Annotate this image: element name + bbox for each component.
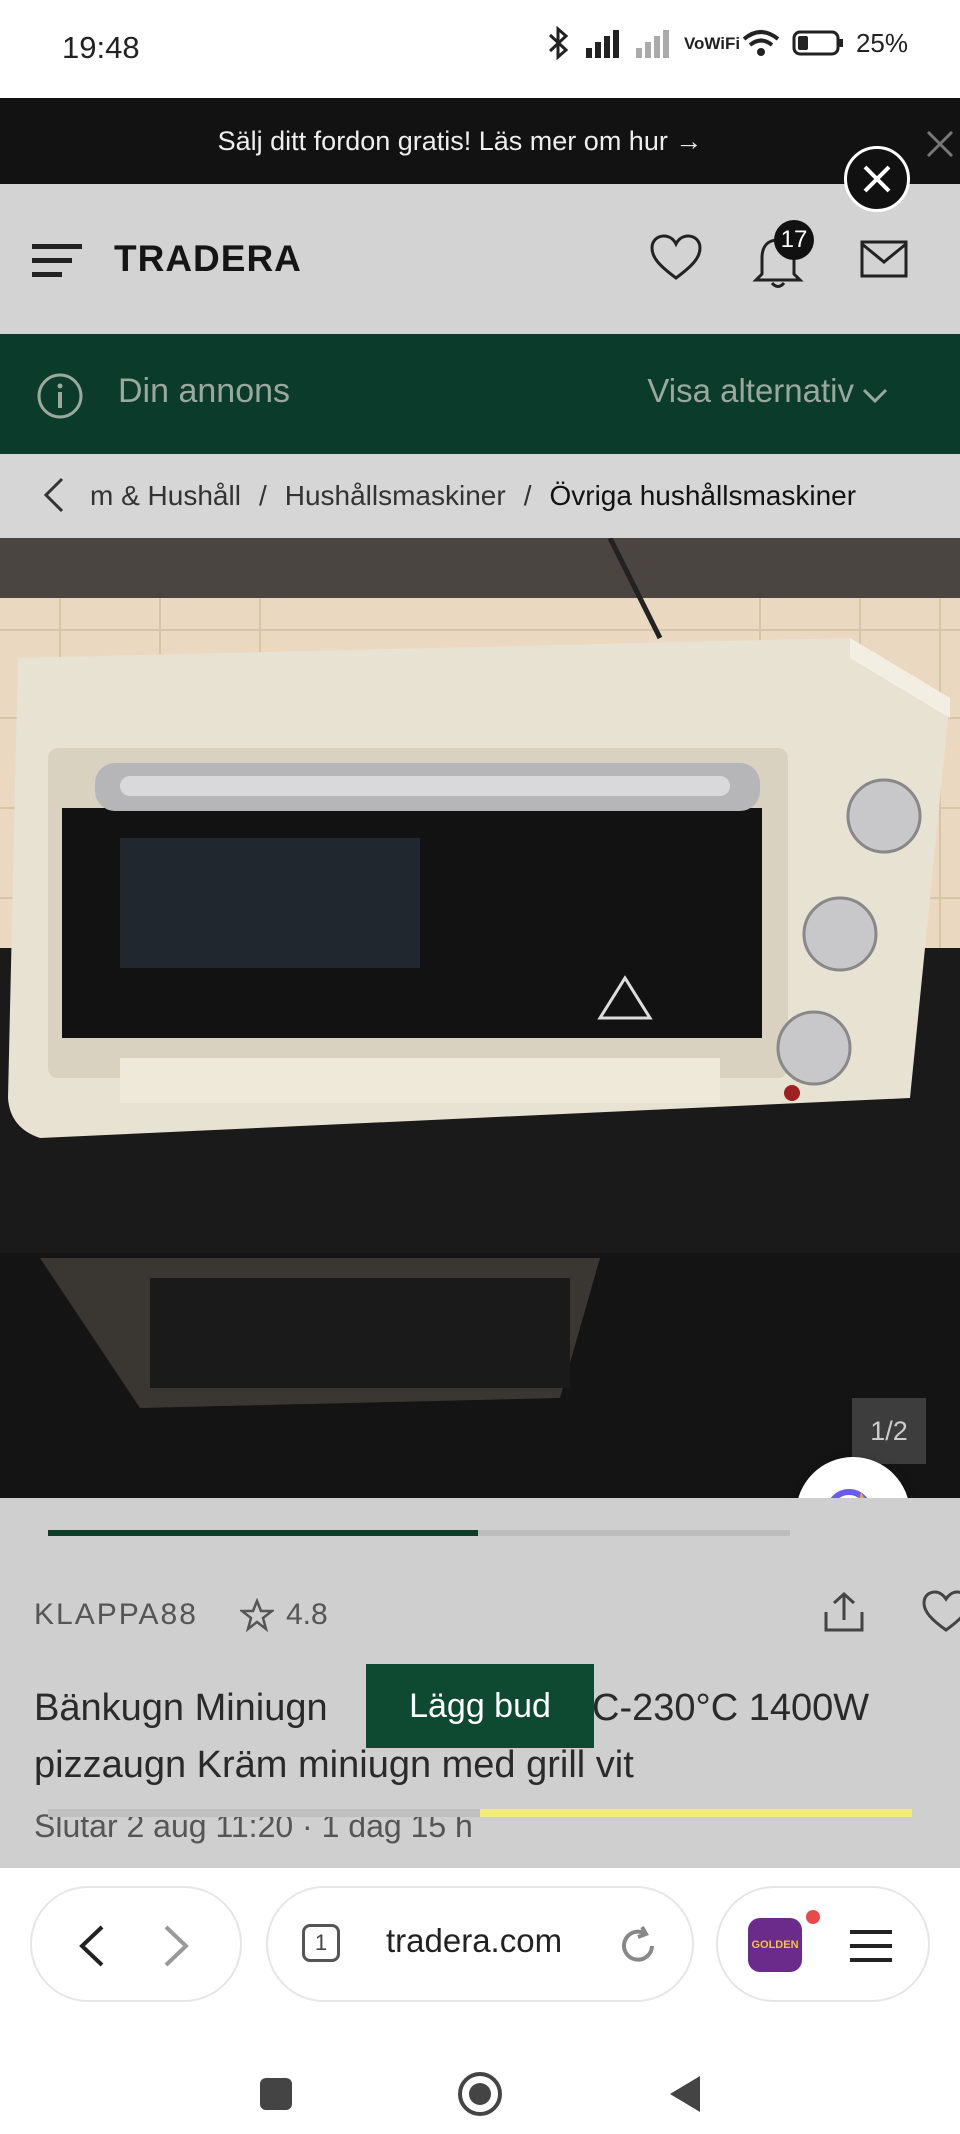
mail-icon[interactable] bbox=[860, 240, 908, 280]
breadcrumb-item-appliances[interactable]: Hushållsmaskiner bbox=[285, 480, 506, 512]
page-load-bar bbox=[480, 1809, 912, 1817]
home-icon[interactable] bbox=[456, 2070, 504, 2118]
breadcrumb-separator: / bbox=[523, 480, 532, 511]
breadcrumb-item-home[interactable]: m & Hushåll bbox=[90, 480, 241, 512]
close-overlay-button[interactable] bbox=[844, 146, 910, 212]
hamburger-menu-icon[interactable] bbox=[848, 1926, 894, 1966]
tradera-logo[interactable]: TRADERA bbox=[114, 238, 302, 280]
promo-banner[interactable]: Sälj ditt fordon gratis! Läs mer om hur … bbox=[0, 98, 960, 184]
chevron-down-icon[interactable] bbox=[860, 386, 890, 406]
rating-value: 4.8 bbox=[286, 1598, 328, 1631]
vowifi-label: VoWiFi bbox=[683, 33, 741, 53]
signal-icon-2 bbox=[635, 30, 669, 58]
refresh-icon[interactable] bbox=[616, 1924, 660, 1968]
bluetooth-icon bbox=[548, 26, 569, 60]
system-nav-bar bbox=[0, 2014, 960, 2134]
your-listing-label: Din annons bbox=[118, 372, 291, 410]
title-line-2: pizzaugn Kräm miniugn med grill vit bbox=[34, 1744, 634, 1786]
site-header: TRADERA 17 bbox=[0, 184, 960, 334]
battery-icon bbox=[792, 30, 843, 56]
browser-menu-group: GOLDEN bbox=[716, 1886, 930, 2002]
back-arrow-icon[interactable] bbox=[76, 1924, 106, 1968]
title-line-1-end: C-230°C 1400W bbox=[592, 1687, 870, 1729]
battery-level: 25% bbox=[855, 27, 908, 58]
heart-icon[interactable] bbox=[922, 1590, 960, 1634]
close-icon[interactable] bbox=[920, 124, 960, 164]
signal-icon bbox=[585, 30, 619, 58]
status-bar: 19:48 VoWiFi 25% bbox=[0, 0, 960, 98]
status-icons: VoWiFi 25% bbox=[546, 26, 908, 60]
gallery-progress-fill bbox=[48, 1530, 478, 1536]
heart-icon[interactable] bbox=[650, 234, 702, 282]
tab-count[interactable]: 1 bbox=[302, 1924, 340, 1962]
forward-arrow-icon[interactable] bbox=[162, 1924, 192, 1968]
back-icon[interactable] bbox=[666, 2074, 704, 2114]
close-icon[interactable] bbox=[860, 162, 894, 196]
product-photo[interactable] bbox=[0, 538, 960, 1498]
share-icon[interactable] bbox=[822, 1590, 866, 1634]
promo-text[interactable]: Sälj ditt fordon gratis! Läs mer om hur … bbox=[218, 126, 703, 157]
hamburger-menu-icon[interactable] bbox=[32, 240, 84, 280]
breadcrumb-item-current[interactable]: Övriga hushållsmaskiner bbox=[549, 480, 856, 512]
game-app-icon[interactable]: GOLDEN bbox=[748, 1918, 802, 1972]
chevron-left-icon[interactable] bbox=[42, 476, 66, 514]
info-icon bbox=[37, 373, 83, 419]
seller-rating: 4.8 bbox=[240, 1598, 328, 1632]
wifi-icon bbox=[742, 30, 780, 56]
browser-nav-group bbox=[30, 1886, 242, 2002]
star-icon bbox=[240, 1598, 274, 1632]
seller-name[interactable]: KLAPPA88 bbox=[34, 1598, 198, 1632]
show-options-button[interactable]: Visa alternativ bbox=[647, 372, 854, 410]
title-line-1: Bänkugn Miniugn bbox=[34, 1687, 328, 1729]
notification-dot bbox=[806, 1910, 820, 1924]
your-listing-bar: Din annons Visa alternativ bbox=[0, 334, 960, 454]
image-counter: 1/2 bbox=[852, 1398, 926, 1464]
place-bid-button[interactable]: Lägg bud bbox=[366, 1664, 594, 1748]
recents-icon[interactable] bbox=[258, 2076, 294, 2112]
like-counter[interactable]: 1 bbox=[822, 1590, 960, 1634]
breadcrumb-separator: / bbox=[258, 480, 267, 511]
product-image-gallery[interactable] bbox=[0, 538, 960, 1498]
url-text[interactable]: tradera.com bbox=[386, 1922, 562, 1960]
notification-count-badge: 17 bbox=[774, 220, 814, 260]
page-load-bar-track bbox=[48, 1809, 480, 1817]
status-time: 19:48 bbox=[62, 30, 140, 65]
breadcrumb: m & Hushåll / Hushållsmaskiner / Övriga … bbox=[0, 454, 960, 538]
